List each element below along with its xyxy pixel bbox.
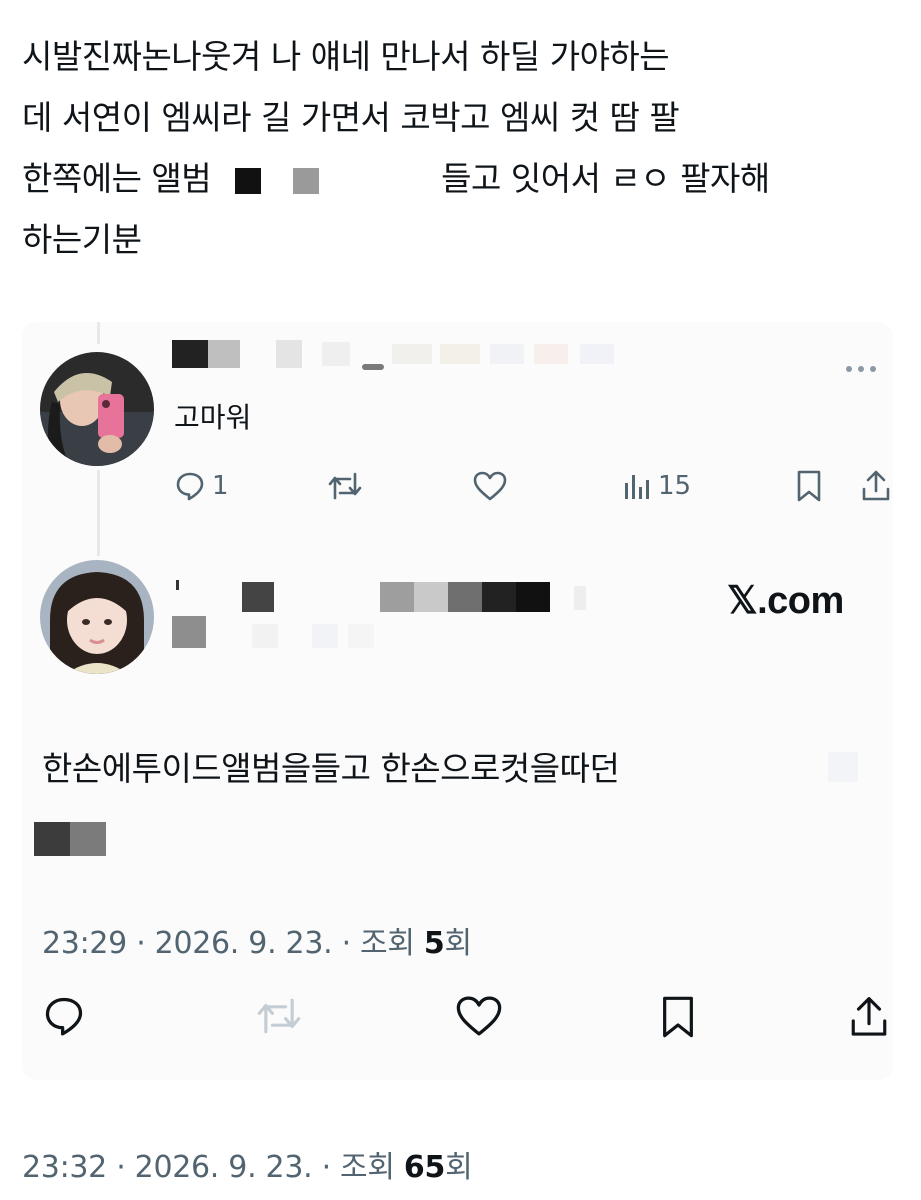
post-line: 데 서연이 엠씨라 길 가면서 코박고 엠씨 컷 땀 팔 bbox=[22, 98, 680, 137]
reply-icon bbox=[176, 472, 204, 501]
post-line: 시발진짜논나웃겨 나 얘네 만나서 하딜 가야하는 bbox=[22, 37, 670, 76]
like-icon bbox=[473, 471, 507, 501]
avatar[interactable] bbox=[40, 352, 154, 466]
avatar[interactable] bbox=[40, 560, 154, 674]
tweet-timestamp: 23:29 · 2026. 9. 23. · 조회 5회 bbox=[42, 918, 472, 962]
tweet-body: 한손에투이드앨범을들고 한손으로컷을따던 bbox=[42, 742, 620, 790]
redacted-pixel-block bbox=[221, 162, 431, 200]
share-button[interactable] bbox=[860, 469, 892, 503]
avatar-image bbox=[40, 352, 154, 466]
redacted-username bbox=[172, 580, 592, 650]
reply-action-row: 1 15 bbox=[174, 466, 890, 506]
views-icon bbox=[625, 475, 649, 499]
retweet-icon[interactable] bbox=[254, 994, 304, 1038]
reply-count: 1 bbox=[212, 471, 229, 501]
like-button[interactable] bbox=[472, 470, 508, 502]
bookmark-button[interactable] bbox=[794, 469, 824, 503]
more-icon[interactable] bbox=[844, 364, 878, 374]
share-icon bbox=[862, 470, 890, 501]
bookmark-icon bbox=[797, 470, 821, 502]
post-line: 한쪽에는 앨범 들고 잇어서 ㄹㅇ 팔자해 bbox=[22, 148, 902, 209]
redacted-username bbox=[172, 340, 692, 370]
retweet-button[interactable] bbox=[326, 470, 364, 502]
post-line-segment: 한쪽에는 앨범 bbox=[22, 159, 212, 198]
redacted-pixel-block bbox=[34, 822, 106, 856]
post-line-segment: 들고 잇어서 ㄹㅇ 팔자해 bbox=[441, 159, 770, 198]
post-timestamp: 23:32 · 2026. 9. 23. · 조회 65회 bbox=[22, 1142, 473, 1186]
thread-line bbox=[97, 322, 100, 344]
view-count: 5 bbox=[423, 926, 445, 961]
thread-line bbox=[97, 470, 100, 556]
source-label: 𝕏.com bbox=[727, 580, 844, 622]
reply-icon[interactable] bbox=[42, 994, 86, 1038]
like-icon[interactable] bbox=[454, 994, 504, 1038]
redacted-pixel-block bbox=[828, 752, 858, 782]
share-icon[interactable] bbox=[848, 994, 890, 1040]
tweet-action-row bbox=[42, 994, 887, 1050]
view-count: 15 bbox=[658, 471, 692, 501]
view-suffix: 회 bbox=[444, 926, 472, 961]
reply-text: 고마워 bbox=[174, 401, 252, 434]
post-line: 하는기분 bbox=[22, 220, 142, 259]
avatar-image bbox=[40, 560, 154, 674]
bookmark-icon[interactable] bbox=[658, 994, 698, 1040]
tweet-body-text: 한손에투이드앨범을들고 한손으로컷을따던 bbox=[42, 749, 620, 788]
view-suffix: 회 bbox=[445, 1150, 473, 1185]
reply-button[interactable]: 1 bbox=[174, 470, 229, 502]
timestamp-text: 23:32 · 2026. 9. 23. · 조회 bbox=[22, 1150, 404, 1185]
retweet-icon bbox=[328, 472, 362, 500]
views-button[interactable]: 15 bbox=[622, 471, 691, 501]
quoted-tweet-card[interactable]: 고마워 1 15 𝕏.com 한손에투이드앨범을들고 한손으로컷을따던 23:2… bbox=[22, 322, 893, 1080]
view-count: 65 bbox=[403, 1150, 446, 1185]
timestamp-text: 23:29 · 2026. 9. 23. · 조회 bbox=[42, 926, 424, 961]
post-text: 시발진짜논나웃겨 나 얘네 만나서 하딜 가야하는 데 서연이 엠씨라 길 가면… bbox=[22, 26, 902, 270]
